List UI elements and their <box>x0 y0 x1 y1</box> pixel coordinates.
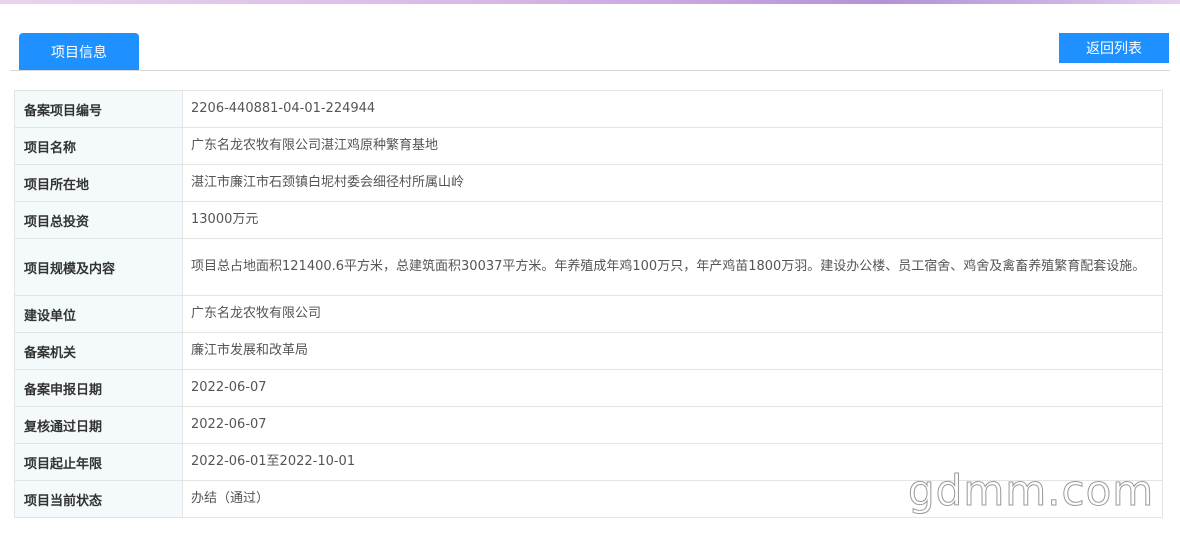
table-row: 项目所在地 湛江市廉江市石颈镇白坭村委会细径村所属山岭 <box>14 164 1163 202</box>
row-label: 备案机关 <box>14 332 183 370</box>
row-label: 备案申报日期 <box>14 369 183 407</box>
row-label: 项目起止年限 <box>14 443 183 481</box>
row-value: 2022-06-07 <box>182 369 1163 407</box>
row-label: 项目当前状态 <box>14 480 183 518</box>
table-row: 备案申报日期 2022-06-07 <box>14 369 1163 407</box>
row-label: 备案项目编号 <box>14 90 183 128</box>
table-row: 备案项目编号 2206-440881-04-01-224944 <box>14 90 1163 128</box>
top-banner <box>0 0 1180 4</box>
table-row: 备案机关 廉江市发展和改革局 <box>14 332 1163 370</box>
row-label: 项目总投资 <box>14 201 183 239</box>
project-info-table: 备案项目编号 2206-440881-04-01-224944 项目名称 广东名… <box>14 90 1163 518</box>
table-row: 建设单位 广东名龙农牧有限公司 <box>14 295 1163 333</box>
row-label: 复核通过日期 <box>14 406 183 444</box>
row-value: 2206-440881-04-01-224944 <box>182 90 1163 128</box>
tab-bar: 项目信息 <box>10 30 1170 71</box>
row-label: 项目名称 <box>14 127 183 165</box>
row-label: 项目规模及内容 <box>14 238 183 296</box>
row-label: 建设单位 <box>14 295 183 333</box>
table-row: 项目规模及内容 项目总占地面积121400.6平方米，总建筑面积30037平方米… <box>14 238 1163 296</box>
row-value: 广东名龙农牧有限公司湛江鸡原种繁育基地 <box>182 127 1163 165</box>
back-to-list-button[interactable]: 返回列表 <box>1059 33 1169 63</box>
row-label: 项目所在地 <box>14 164 183 202</box>
table-row: 项目总投资 13000万元 <box>14 201 1163 239</box>
row-value: 项目总占地面积121400.6平方米，总建筑面积30037平方米。年养殖成年鸡1… <box>182 238 1163 296</box>
table-row: 复核通过日期 2022-06-07 <box>14 406 1163 444</box>
table-row: 项目名称 广东名龙农牧有限公司湛江鸡原种繁育基地 <box>14 127 1163 165</box>
row-value: 湛江市廉江市石颈镇白坭村委会细径村所属山岭 <box>182 164 1163 202</box>
row-value: 广东名龙农牧有限公司 <box>182 295 1163 333</box>
row-value: 廉江市发展和改革局 <box>182 332 1163 370</box>
row-value: 13000万元 <box>182 201 1163 239</box>
row-value: 2022-06-07 <box>182 406 1163 444</box>
tab-project-info[interactable]: 项目信息 <box>19 33 139 70</box>
watermark-logo: gdmm.com <box>907 466 1155 516</box>
